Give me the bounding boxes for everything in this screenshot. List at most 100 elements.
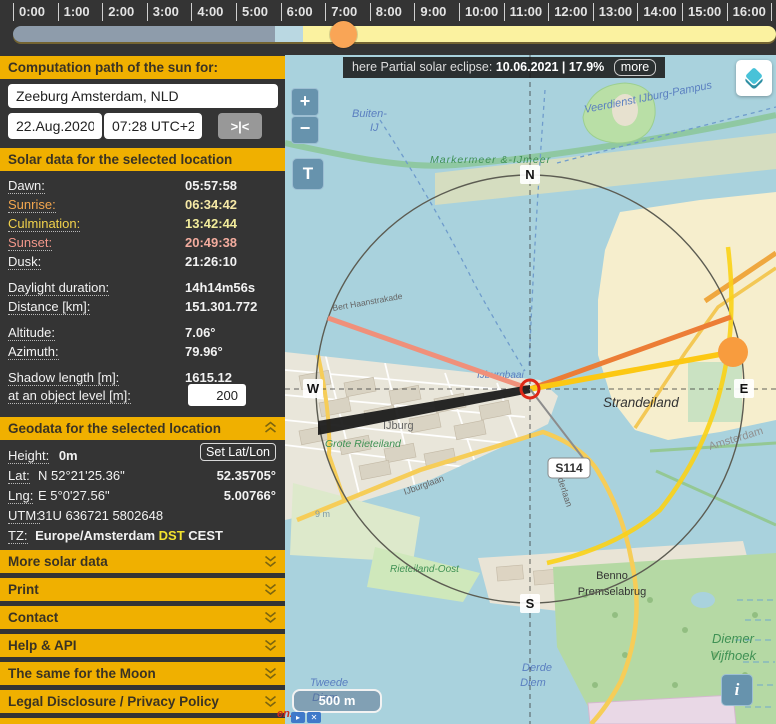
location-input[interactable]	[8, 84, 278, 108]
timeline-hour-label: 6:00	[281, 3, 313, 21]
solar-data-row: Azimuth: 79.96°	[8, 342, 278, 361]
twilight-segment	[275, 26, 303, 42]
double-chevron-down-icon	[263, 555, 278, 568]
solar-row-value: 7.06°	[185, 323, 216, 342]
timeline-hour-label: 9:00	[414, 3, 446, 21]
timeline-hour-label: 12:00	[548, 3, 587, 21]
label-markermeer: Markermeer &-IJmeer	[430, 154, 551, 166]
accordion-legal-disclosure-privacy-policy[interactable]: Legal Disclosure / Privacy Policy	[0, 690, 285, 713]
night-segment	[13, 26, 275, 42]
object-level-row: at an object level [m]:	[8, 384, 278, 408]
info-button[interactable]: i	[721, 674, 753, 706]
lng-dms-value: E 5°0'27.56"	[38, 486, 110, 506]
timeline-hour-label: 8:00	[370, 3, 402, 21]
solar-row-label: Sunset:	[8, 235, 52, 251]
solar-row-label: Daylight duration:	[8, 280, 109, 296]
accordion-label: Help & API	[8, 638, 77, 653]
jump-to-now-button[interactable]: >|<	[218, 113, 262, 139]
accordion-label: The same for the Moon	[8, 666, 156, 681]
accordion-print[interactable]: Print	[0, 578, 285, 601]
utm-row: UTM: 31U 636721 5802648	[8, 506, 278, 526]
sun-icon[interactable]	[718, 337, 748, 367]
solar-data-row: Dusk:21:26:10	[8, 252, 278, 271]
solar-data-row: Dawn:05:57:58	[8, 176, 278, 195]
share-icon[interactable]: ▸	[291, 712, 305, 723]
accordion-the-same-for-the-moon[interactable]: The same for the Moon	[0, 662, 285, 685]
accordion-partial-bar	[0, 718, 285, 724]
timezone-row: TZ: Europe/Amsterdam DST CEST	[8, 526, 278, 546]
solar-data-rows: Dawn:05:57:58Sunrise:06:34:42Culmination…	[8, 176, 278, 387]
label-benno-2: Premselabrug	[578, 586, 646, 598]
timeline-hour-label: 5:00	[236, 3, 268, 21]
height-label: Height:	[8, 448, 49, 464]
solar-row-label: Distance [km]:	[8, 299, 90, 315]
timeline-hour-label: 13:00	[593, 3, 632, 21]
more-button[interactable]: more	[614, 59, 656, 76]
map-scale-bar: 500 m	[292, 689, 382, 713]
double-chevron-down-icon	[263, 611, 278, 624]
label-benno-1: Benno	[596, 570, 628, 582]
label-tweede-1: Tweede	[310, 677, 348, 689]
double-chevron-down-icon	[263, 583, 278, 596]
timeline-hour-label: 15:00	[682, 3, 721, 21]
date-input[interactable]	[8, 113, 102, 139]
lat-decimal-value: 52.35705°	[217, 466, 276, 486]
geodata-section-header[interactable]: Geodata for the selected location	[0, 417, 285, 440]
label-derde-1: Derde	[522, 662, 552, 674]
zoom-in-button[interactable]: +	[291, 88, 319, 116]
label-ijburg: IJburg	[383, 420, 414, 432]
solar-row-label: Dusk:	[8, 254, 41, 270]
timeline-hour-label: 10:00	[459, 3, 498, 21]
sidebar: Computation path of the sun for: >|< Sol…	[0, 55, 285, 724]
time-slider-track[interactable]	[13, 26, 776, 42]
terrain-button[interactable]: T	[292, 158, 324, 190]
solar-row-label: Dawn:	[8, 178, 45, 194]
time-input[interactable]	[104, 113, 202, 139]
accordion-label: Legal Disclosure / Privacy Policy	[8, 694, 219, 709]
set-latlon-button[interactable]: Set Lat/Lon	[200, 443, 276, 461]
double-chevron-down-icon	[263, 667, 278, 680]
label-strandeiland: Strandeiland	[603, 395, 679, 410]
mail-icon[interactable]: ✕	[307, 712, 321, 723]
timeline-hour-label: 14:00	[637, 3, 676, 21]
timeline-hour-label: 11:00	[504, 3, 543, 21]
lat-label: Lat:	[8, 468, 30, 484]
label-rieteiland-oost: Rieteiland-Oost	[390, 564, 460, 575]
map[interactable]: Buiten- IJ Markermeer &-IJmeer Veerdiens…	[285, 55, 776, 724]
tz-abbr: CEST	[188, 528, 223, 543]
double-chevron-down-icon	[263, 639, 278, 652]
map-container: Buiten- IJ Markermeer &-IJmeer Veerdiens…	[285, 55, 776, 724]
accordion-more-solar-data[interactable]: More solar data	[0, 550, 285, 573]
time-slider-handle[interactable]	[330, 21, 357, 48]
timeline-hour-label: 17:00	[771, 3, 776, 21]
solar-row-label: Azimuth:	[8, 344, 59, 360]
road-badge-label: S114	[555, 461, 583, 475]
timeline-hour-label: 2:00	[102, 3, 134, 21]
lng-row: Lng: E 5°0'27.56" 5.00766°	[8, 486, 278, 506]
double-chevron-up-icon[interactable]	[263, 421, 278, 438]
object-level-label: at an object level [m]:	[8, 388, 131, 404]
solar-row-label: Sunrise:	[8, 197, 56, 213]
solar-row-value: 79.96°	[185, 342, 223, 361]
solar-data-row: Culmination:13:42:44	[8, 214, 278, 233]
solar-data-row: Daylight duration:14h14m56s	[8, 278, 278, 297]
double-chevron-down-icon	[263, 695, 278, 708]
accordion-label: More solar data	[8, 554, 108, 569]
accordion-help-api[interactable]: Help & API	[0, 634, 285, 657]
eclipse-prefix[interactable]: here Partial solar eclipse:	[352, 60, 492, 74]
object-level-input[interactable]	[188, 384, 246, 406]
accordion-list: More solar data Print Contact Help & API The…	[0, 550, 285, 718]
map-pond	[691, 592, 715, 608]
lng-label: Lng:	[8, 488, 33, 504]
solar-row-value: 20:49:38	[185, 233, 237, 252]
layers-icon	[736, 60, 772, 96]
layers-button[interactable]	[736, 60, 772, 96]
tz-dst-flag: DST	[159, 528, 185, 543]
compass-north: N	[525, 167, 534, 182]
accordion-contact[interactable]: Contact	[0, 606, 285, 629]
eclipse-value: 10.06.2021 | 17.9%	[496, 60, 604, 74]
geodata-body: Height: 0m Set Lat/Lon Lat: N 52°21'25.3…	[8, 446, 278, 546]
timeline-hour-label: 4:00	[191, 3, 223, 21]
solar-data-row: Distance [km]:151.301.772	[8, 297, 278, 316]
zoom-out-button[interactable]: −	[291, 116, 319, 144]
